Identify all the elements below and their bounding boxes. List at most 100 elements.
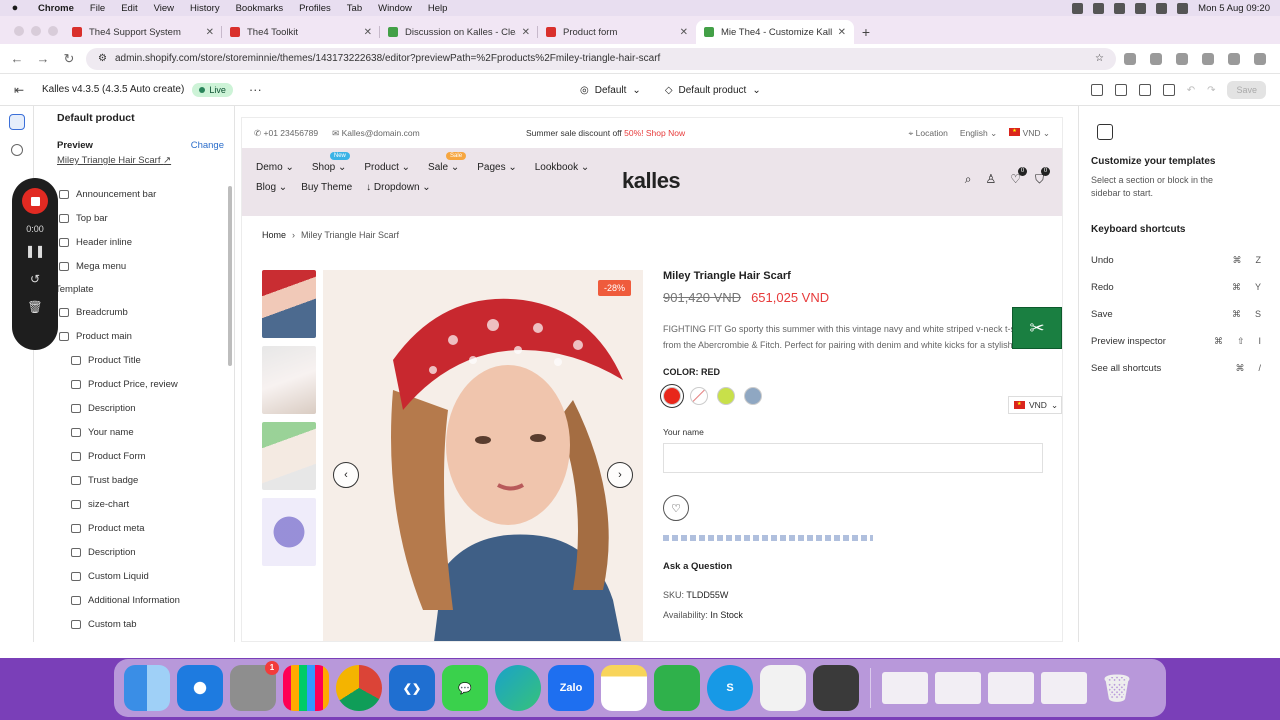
nav-product[interactable]: Product ⌄ — [364, 162, 410, 173]
apple-menu-icon[interactable]: ● — [0, 2, 30, 14]
nav-lookbook[interactable]: Lookbook ⌄ — [535, 162, 590, 173]
theme-tools-button[interactable]: ✂ — [1012, 307, 1062, 349]
account-icon[interactable]: ♙ — [985, 172, 996, 187]
ask-question-link[interactable]: Ask a Question — [663, 561, 1053, 572]
profile-avatar-icon[interactable] — [1228, 52, 1240, 65]
store-email[interactable]: ✉ Kalles@domain.com — [332, 128, 420, 139]
breadcrumb-home[interactable]: Home — [262, 230, 286, 240]
delete-icon[interactable]: 🗑 — [27, 300, 42, 318]
block-trust-badge[interactable]: Trust badge — [35, 468, 225, 492]
wishlist-button[interactable]: ♡ — [663, 495, 689, 521]
mobile-view-icon[interactable] — [1138, 84, 1151, 96]
block-product-title[interactable]: Product Title — [35, 348, 225, 372]
preview-product-link[interactable]: Miley Triangle Hair Scarf ↗ — [57, 155, 171, 166]
restart-icon[interactable]: ↺ — [30, 272, 40, 290]
floating-currency-switcher[interactable]: VND⌄ — [1008, 396, 1062, 414]
section-top-bar[interactable]: Top bar — [35, 206, 225, 230]
menu-edit[interactable]: Edit — [113, 3, 145, 14]
location-link[interactable]: ⌖ Location — [909, 128, 948, 139]
exit-editor-icon[interactable]: ⇤ — [14, 83, 34, 97]
wifi-icon[interactable] — [1135, 2, 1147, 14]
more-actions-button[interactable]: ··· — [249, 82, 262, 97]
redo-icon[interactable]: ↷ — [1207, 85, 1215, 96]
nav-blog[interactable]: Blog ⌄ — [256, 182, 287, 193]
menubar-clock[interactable]: Mon 5 Aug 09:20 — [1198, 3, 1270, 14]
block-description-2[interactable]: Description — [35, 540, 225, 564]
browser-tab[interactable]: Product form ✕ — [538, 20, 696, 44]
minimized-window-thumbnail[interactable] — [1041, 672, 1087, 704]
block-custom-tab[interactable]: Custom tab — [35, 612, 225, 636]
skype-icon[interactable]: S — [707, 665, 753, 711]
chrome-icon[interactable] — [336, 665, 382, 711]
product-main-image[interactable]: -28% ‹ › — [323, 270, 643, 641]
pause-icon[interactable]: ❚❚ — [25, 244, 45, 262]
menu-file[interactable]: File — [82, 3, 113, 14]
block-product-price-review[interactable]: Product Price, review — [35, 372, 225, 396]
section-product-main[interactable]: ▾Product main — [35, 324, 225, 348]
status-icon[interactable] — [1072, 2, 1084, 14]
bookmark-star-icon[interactable]: ☆ — [1095, 53, 1104, 64]
thumbnail-image[interactable] — [262, 346, 316, 414]
chrome-menu-icon[interactable] — [1254, 52, 1266, 65]
block-your-name[interactable]: Your name — [35, 420, 225, 444]
block-size-chart[interactable]: size-chart — [35, 492, 225, 516]
shop-now-link[interactable]: Shop Now — [646, 128, 685, 138]
nav-sale[interactable]: Sale Sale ⌄ — [428, 152, 467, 173]
nav-pages[interactable]: Pages ⌄ — [477, 162, 517, 173]
theme-settings-icon[interactable] — [10, 144, 23, 156]
cart-icon[interactable]: ⛉ 0 — [1035, 167, 1050, 187]
status-icon[interactable] — [1093, 2, 1105, 14]
menu-history[interactable]: History — [182, 3, 228, 14]
messages-icon[interactable]: 💬 — [442, 665, 488, 711]
tab-close-icon[interactable]: ✕ — [206, 27, 214, 38]
tab-close-icon[interactable]: ✕ — [680, 27, 688, 38]
vscode-icon[interactable]: ❮❯ — [389, 665, 435, 711]
section-announcement-bar[interactable]: Announcement bar — [35, 182, 225, 206]
trash-icon[interactable]: 🗑 — [1094, 665, 1140, 711]
search-icon[interactable]: ⌕ — [965, 172, 972, 187]
block-additional-information[interactable]: Additional Information — [35, 588, 225, 612]
minimize-window-button[interactable] — [31, 26, 41, 36]
thumbnail-image[interactable] — [262, 270, 316, 338]
edge-icon[interactable] — [495, 665, 541, 711]
inspector-icon[interactable] — [1090, 84, 1103, 96]
browser-tab[interactable]: Discussion on Kalles - Clean, ✕ — [380, 20, 538, 44]
extension-icon[interactable] — [1176, 52, 1188, 65]
back-icon[interactable]: ← — [8, 51, 26, 66]
minimized-window-thumbnail[interactable] — [935, 672, 981, 704]
product-template-selector[interactable]: ◇ Default product ⌄ — [665, 85, 761, 96]
menu-app-name[interactable]: Chrome — [30, 3, 82, 14]
tab-close-icon[interactable]: ✕ — [364, 27, 372, 38]
swatch-lime[interactable] — [717, 387, 735, 405]
template-selector[interactable]: ◎ Default ⌄ — [580, 85, 641, 96]
block-product-meta[interactable]: Product meta — [35, 516, 225, 540]
nav-buy-theme[interactable]: Buy Theme — [301, 182, 352, 193]
store-logo[interactable]: kalles — [622, 168, 681, 194]
extensions-puzzle-icon[interactable] — [1202, 52, 1214, 65]
search-icon[interactable] — [1156, 2, 1168, 14]
desktop-view-icon[interactable] — [1114, 84, 1127, 96]
textedit-icon[interactable] — [760, 665, 806, 711]
stop-recording-button[interactable] — [22, 188, 48, 214]
change-preview-link[interactable]: Change — [191, 140, 224, 151]
swatch-red[interactable] — [660, 384, 684, 408]
swatch-blue[interactable] — [744, 387, 762, 405]
minimized-window-thumbnail[interactable] — [988, 672, 1034, 704]
save-button[interactable]: Save — [1227, 81, 1266, 99]
menu-tab[interactable]: Tab — [339, 3, 370, 14]
tab-close-icon[interactable]: ✕ — [838, 27, 846, 38]
new-tab-button[interactable]: + — [854, 20, 878, 44]
status-icon[interactable] — [1114, 2, 1126, 14]
browser-tab-active[interactable]: Mie The4 - Customize Kalles ✕ — [696, 20, 854, 44]
next-image-button[interactable]: › — [607, 462, 633, 488]
undo-icon[interactable]: ↶ — [1187, 85, 1195, 96]
menu-profiles[interactable]: Profiles — [291, 3, 339, 14]
menu-window[interactable]: Window — [370, 3, 420, 14]
nav-demo[interactable]: Demo ⌄ — [256, 162, 294, 173]
currency-selector[interactable]: VND ⌄ — [1009, 127, 1050, 139]
reload-icon[interactable]: ↻ — [60, 51, 78, 67]
address-bar[interactable]: ⚙ admin.shopify.com/store/storeminnie/th… — [86, 47, 1116, 70]
tab-close-icon[interactable]: ✕ — [522, 27, 530, 38]
notes-icon[interactable] — [601, 665, 647, 711]
wishlist-icon[interactable]: ♡ 0 — [1010, 167, 1027, 187]
